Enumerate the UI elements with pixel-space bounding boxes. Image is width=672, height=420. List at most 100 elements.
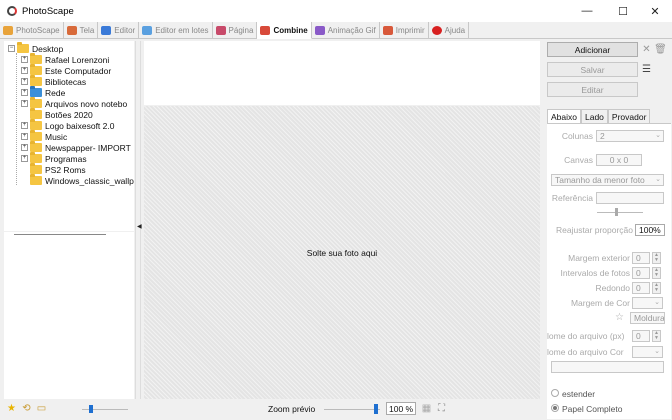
tree-item-desktop[interactable]: − Desktop [8, 42, 63, 54]
reference-field[interactable] [596, 192, 664, 204]
panel-divider[interactable] [14, 234, 106, 235]
filename-color-picker[interactable]: ⌄ [632, 346, 663, 358]
columns-select[interactable]: 2 ⌄ [596, 130, 664, 142]
tree-item-label: Logo baixesoft 2.0 [45, 120, 115, 131]
tree-item-label: Rafael Lorenzoni [45, 54, 110, 65]
folder-icon [30, 119, 42, 130]
window-title: PhotoScape [22, 5, 74, 17]
folder-open-icon[interactable]: ▭ [36, 403, 47, 414]
star-icon[interactable]: ☆ [614, 312, 625, 323]
combine-settings-panel: Adicionar ✕ 🗑 Salvar ☰ Editar Abaixo Lad… [544, 41, 672, 420]
thumbnail-panel [4, 232, 134, 399]
fit-screen-icon[interactable]: ▦ [421, 403, 432, 414]
save-button[interactable]: Salvar [547, 62, 638, 77]
expand-icon[interactable]: + [21, 78, 28, 85]
frame-button[interactable]: Moldura [630, 312, 665, 324]
help-tab-icon [431, 26, 442, 35]
slider-thumb[interactable] [374, 404, 378, 414]
expand-icon[interactable]: + [21, 89, 28, 96]
filename-text-field[interactable] [551, 361, 664, 373]
down-arrow-icon[interactable]: ▼ [654, 288, 659, 293]
folder-icon [30, 163, 42, 174]
tab-side[interactable]: Lado [581, 109, 608, 123]
tree-item[interactable]: Windows_classic_wallp [30, 174, 134, 186]
stepper-icon[interactable]: ▲ ▼ [652, 330, 661, 342]
filename-size-field[interactable]: 0 [632, 330, 650, 342]
full-paper-radio[interactable] [551, 404, 559, 412]
expand-icon[interactable]: + [21, 122, 28, 129]
down-arrow-icon[interactable]: ▼ [654, 336, 659, 341]
size-mode-select[interactable]: Tamanho da menor foto ⌄ [551, 174, 664, 186]
actual-size-icon[interactable]: ⛶ [436, 403, 447, 414]
photo-drop-area[interactable]: Solte sua foto aqui [144, 106, 540, 399]
zoom-slider[interactable] [324, 409, 380, 410]
proportion-field[interactable]: 100% [635, 224, 665, 236]
tab-photoscape[interactable]: PhotoScape [0, 22, 64, 39]
extend-radio[interactable] [551, 389, 559, 397]
down-arrow-icon[interactable]: ▼ [654, 273, 659, 278]
trash-icon[interactable]: 🗑 [654, 44, 667, 55]
menu-icon[interactable]: ☰ [641, 64, 652, 75]
panel-splitter[interactable]: ◀ [135, 41, 142, 399]
close-button[interactable]: ✕ [638, 0, 672, 22]
minimize-button[interactable]: — [570, 0, 604, 22]
zoom-field[interactable]: 100 % [386, 402, 416, 415]
chevron-down-icon: ⌄ [654, 299, 660, 306]
tree-item[interactable]: + Music [21, 130, 67, 142]
folder-icon [30, 75, 42, 86]
margin-color-picker[interactable]: ⌄ [632, 297, 663, 309]
tree-item[interactable]: + Newspapper- IMPORT [21, 141, 131, 153]
filename-color-label: lome do arquivo Cor [547, 347, 624, 357]
stepper-icon[interactable]: ▲ ▼ [652, 282, 661, 294]
add-button[interactable]: Adicionar [547, 42, 638, 57]
tree-item-label: Newspapper- IMPORT [45, 142, 131, 153]
tab-below[interactable]: Abaixo [547, 109, 581, 123]
photo-spacing-field[interactable]: 0 [632, 267, 650, 279]
tab-gif-animation[interactable]: Animação Gif [312, 22, 380, 39]
expand-icon[interactable]: + [21, 133, 28, 140]
collapse-arrow-icon[interactable]: ◀ [137, 223, 142, 230]
folder-icon [30, 174, 42, 185]
expand-icon[interactable]: + [21, 56, 28, 63]
tree-item[interactable]: PS2 Roms [30, 163, 86, 175]
tab-page[interactable]: Página [213, 22, 258, 39]
tree-item-label: Arquivos novo notebo [45, 98, 128, 109]
tree-item[interactable]: + Arquivos novo notebo [21, 97, 128, 109]
tab-combine[interactable]: Combine [257, 22, 312, 39]
expand-icon[interactable]: + [21, 100, 28, 107]
photo-strip[interactable] [144, 41, 540, 105]
tree-item[interactable]: Botões 2020 [30, 108, 93, 120]
canvas-size-field[interactable]: 0 x 0 [596, 154, 642, 166]
expand-icon[interactable]: + [21, 155, 28, 162]
tab-tela[interactable]: Tela [64, 22, 99, 39]
slider-thumb[interactable] [89, 405, 93, 413]
maximize-button[interactable]: ☐ [606, 0, 640, 22]
tree-item-label: Windows_classic_wallp [45, 175, 134, 186]
slider-thumb[interactable] [615, 208, 618, 216]
tab-batch-editor[interactable]: Editor em lotes [139, 22, 213, 39]
rounded-field[interactable]: 0 [632, 282, 650, 294]
edit-button[interactable]: Editar [547, 82, 638, 97]
outer-margin-field[interactable]: 0 [632, 252, 650, 264]
rotate-icon[interactable]: ⟲ [21, 403, 32, 414]
columns-value: 2 [600, 131, 605, 141]
print-tab-icon [382, 26, 393, 35]
tree-item[interactable]: + Rede [21, 86, 65, 98]
folder-icon [30, 108, 42, 119]
tab-help[interactable]: Ajuda [429, 22, 470, 39]
tab-print[interactable]: Imprimir [380, 22, 429, 39]
tab-editor[interactable]: Editor [98, 22, 140, 39]
folder-icon [30, 53, 42, 64]
collapse-icon[interactable]: − [8, 45, 15, 52]
remove-photos-icon[interactable]: ✕ [641, 44, 652, 55]
reference-slider[interactable] [597, 212, 643, 213]
folder-tree: − Desktop + Rafael Lorenzoni + Este Comp… [4, 41, 134, 231]
stepper-icon[interactable]: ▲ ▼ [652, 252, 661, 264]
down-arrow-icon[interactable]: ▼ [654, 258, 659, 263]
tab-tester[interactable]: Provador [607, 109, 651, 123]
expand-icon[interactable]: + [21, 144, 28, 151]
tree-item[interactable]: + Logo baixesoft 2.0 [21, 119, 115, 131]
stepper-icon[interactable]: ▲ ▼ [652, 267, 661, 279]
expand-icon[interactable]: + [21, 67, 28, 74]
star-icon[interactable]: ★ [6, 403, 17, 414]
